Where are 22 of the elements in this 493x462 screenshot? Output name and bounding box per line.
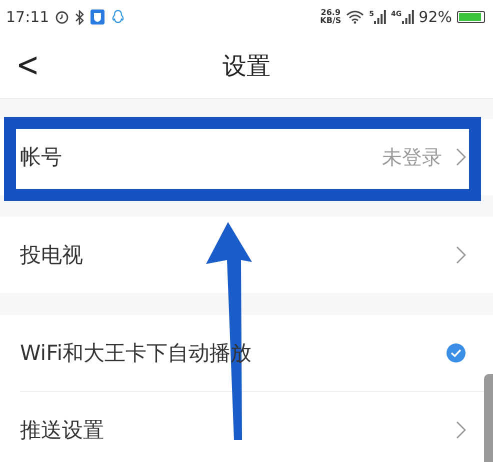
signal-icon xyxy=(402,10,414,24)
chevron-icon xyxy=(456,421,466,439)
clock-time: 17:11 xyxy=(6,8,50,26)
row-label: 投电视 xyxy=(20,242,83,269)
chevron-icon xyxy=(456,148,466,166)
alarm-icon xyxy=(55,10,70,24)
penguin-icon xyxy=(111,9,126,25)
wifi-icon xyxy=(346,10,364,24)
chevron-icon xyxy=(456,246,466,264)
speed-unit: KB/S xyxy=(320,17,342,25)
shield-icon xyxy=(90,9,106,25)
battery-percent: 92% xyxy=(418,8,452,26)
row-label: 推送设置 xyxy=(20,417,104,444)
signal-icon xyxy=(374,10,386,24)
row-value: 未登录 xyxy=(382,144,442,170)
checkbox[interactable] xyxy=(446,343,466,363)
row-label: 帐号 xyxy=(20,144,62,171)
bluetooth-icon xyxy=(75,10,84,24)
network-speed: 26.9 xyxy=(320,9,341,17)
page-title: 设置 xyxy=(222,51,270,82)
battery-icon xyxy=(457,11,485,23)
back-button[interactable]: < xyxy=(12,44,44,84)
